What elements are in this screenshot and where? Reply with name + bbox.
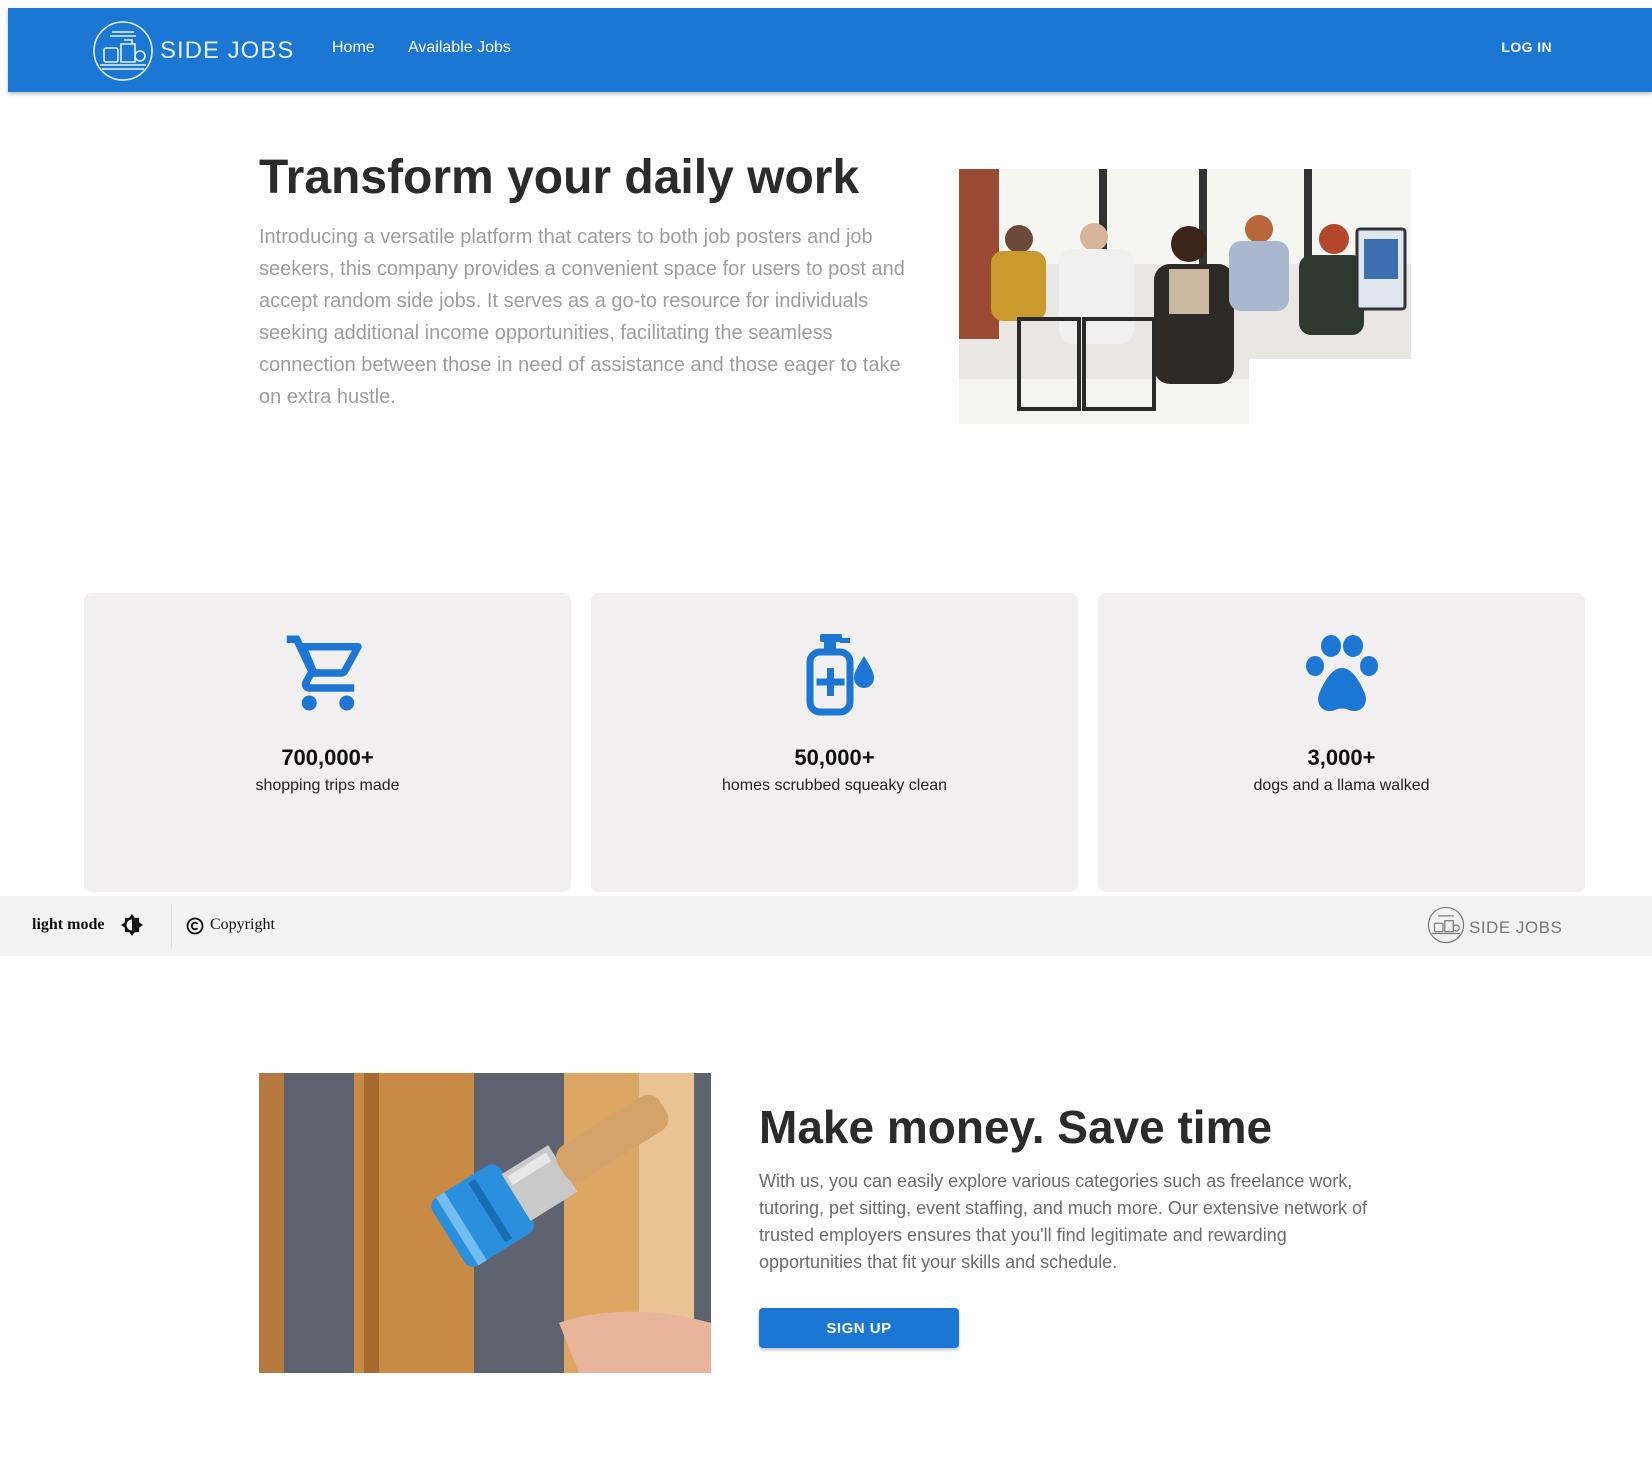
footer-brand[interactable]: SIDE JOBS xyxy=(1426,905,1562,950)
copyright-text: Copyright xyxy=(210,916,275,933)
footer: light mode Copyright SIDE JOBS xyxy=(0,896,1652,956)
section-title: Make money. Save time xyxy=(759,1101,1273,1153)
brand-name: SIDE JOBS xyxy=(160,37,295,64)
hero-description: Introducing a versatile platform that ca… xyxy=(259,226,905,408)
stat-label: dogs and a llama walked xyxy=(1253,777,1430,794)
sanitizer-icon xyxy=(790,628,880,718)
side-jobs-logo-icon xyxy=(1426,905,1466,950)
stat-card-shopping: 700,000+ shopping trips made xyxy=(84,593,571,892)
section-description: With us, you can easily explore various … xyxy=(759,1171,1367,1272)
theme-mode-label: light mode xyxy=(32,916,105,933)
shopping-cart-icon xyxy=(283,628,373,718)
stat-card-pets: 3,000+ dogs and a llama walked xyxy=(1098,593,1585,892)
stat-card-cleaning: 50,000+ homes scrubbed squeaky clean xyxy=(591,593,1078,892)
paintbrush-image xyxy=(259,1073,711,1373)
paw-icon xyxy=(1297,628,1387,718)
hero-title: Transform your daily work xyxy=(259,151,860,204)
footer-divider xyxy=(171,904,172,948)
stat-value: 50,000+ xyxy=(794,745,875,770)
stat-value: 700,000+ xyxy=(281,745,374,770)
signup-button[interactable]: SIGN UP xyxy=(759,1308,959,1348)
stat-label: shopping trips made xyxy=(255,777,400,794)
nav-available-jobs[interactable]: Available Jobs xyxy=(408,39,511,57)
login-button[interactable]: LOG IN xyxy=(1501,39,1552,55)
stat-label: homes scrubbed squeaky clean xyxy=(721,777,948,794)
app-bar: SIDE JOBS Home Available Jobs LOG IN xyxy=(8,8,1652,92)
copyright-icon xyxy=(186,917,204,940)
side-jobs-logo-icon xyxy=(90,18,156,84)
nav-home[interactable]: Home xyxy=(332,39,375,57)
stat-value: 3,000+ xyxy=(1307,745,1376,770)
office-workers-image xyxy=(959,169,1411,424)
footer-brand-name: SIDE JOBS xyxy=(1469,917,1563,937)
brand[interactable]: SIDE JOBS xyxy=(90,18,294,84)
brightness-icon[interactable] xyxy=(120,913,144,942)
